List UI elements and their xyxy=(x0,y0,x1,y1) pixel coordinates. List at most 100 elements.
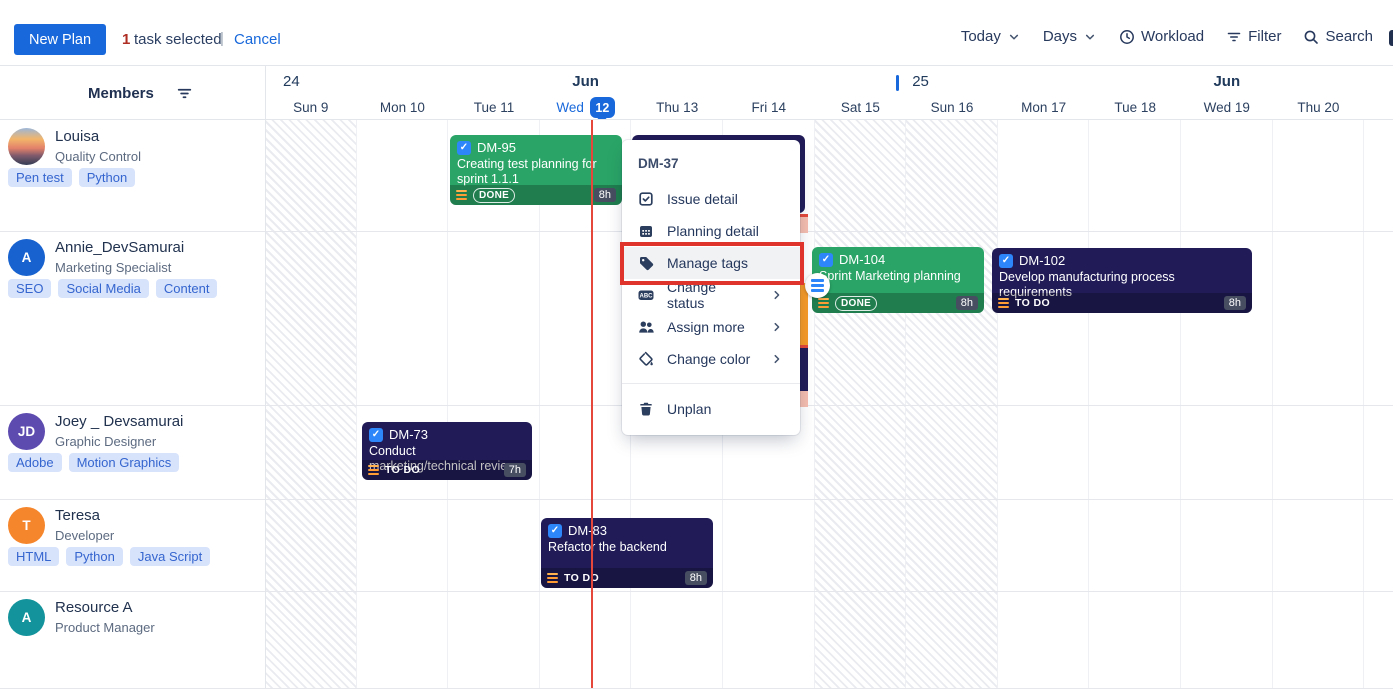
member-head: T TeresaDeveloper xyxy=(0,499,264,544)
member-head: JDJoey _ DevsamuraiGraphic Designer xyxy=(0,405,264,450)
cancel-link[interactable]: Cancel xyxy=(234,31,281,48)
member-tags: SEOSocial MediaContent xyxy=(8,279,217,298)
schedule-grid xyxy=(265,120,1393,688)
stacked-tasks-indicator[interactable] xyxy=(805,273,830,298)
avatar: T xyxy=(8,507,45,544)
member-tags: Pen test Python xyxy=(8,168,135,187)
member-tag: SEO xyxy=(8,279,51,298)
menu-item-issue-detail[interactable]: Issue detail xyxy=(622,183,800,215)
search-button[interactable]: Search xyxy=(1303,28,1373,45)
days-dropdown[interactable]: Days xyxy=(1043,28,1097,45)
task-bar[interactable]: ✓DM-83Refactor the backendTO DO8h xyxy=(541,518,713,588)
menu-item-label: Issue detail xyxy=(667,191,738,207)
task-bar[interactable]: ✓DM-102Develop manufacturing process req… xyxy=(992,248,1252,313)
menu-item-planning-detail[interactable]: Planning detail xyxy=(622,215,800,247)
new-plan-button[interactable]: New Plan xyxy=(14,24,106,55)
day-header: Thu 20 xyxy=(1273,95,1365,120)
task-head: ✓DM-73 xyxy=(362,422,532,444)
cropped-toolbar-button[interactable] xyxy=(1389,30,1393,46)
chevron-right-icon xyxy=(770,320,784,334)
priority-icon xyxy=(818,298,829,308)
member-name: Joey _ Devsamurai xyxy=(55,413,183,432)
today-dropdown[interactable]: Today xyxy=(961,28,1021,45)
priority-icon xyxy=(547,573,558,583)
day-header: Tue 18 xyxy=(1089,95,1181,120)
task-checkbox-icon: ✓ xyxy=(999,254,1013,268)
members-filter-icon[interactable] xyxy=(176,85,193,107)
color-bucket-icon xyxy=(638,351,654,367)
member-tag: Python xyxy=(66,547,122,566)
member-card: AResource AProduct Manager xyxy=(0,591,264,688)
day-header: Sun 9 xyxy=(265,95,357,120)
member-tag: Social Media xyxy=(58,279,148,298)
today-line xyxy=(591,120,593,688)
menu-item-label: Unplan xyxy=(667,401,711,417)
task-bar[interactable]: ✓DM-73Conduct marketing/technical review… xyxy=(362,422,532,480)
task-footer: DONE 8h xyxy=(812,293,984,313)
member-info: Joey _ DevsamuraiGraphic Designer xyxy=(55,413,183,449)
day-header: Tue 11 xyxy=(448,95,540,120)
member-role: Product Manager xyxy=(55,620,155,635)
day-column xyxy=(998,120,1090,688)
workload-button[interactable]: Workload xyxy=(1119,28,1204,45)
member-role: Marketing Specialist xyxy=(55,260,184,275)
menu-item-unplan[interactable]: Unplan xyxy=(622,393,800,425)
filter-button[interactable]: Filter xyxy=(1226,28,1281,45)
selection-label: task selected xyxy=(134,31,222,48)
day-header-today: Wed12 xyxy=(540,95,632,120)
priority-icon xyxy=(998,298,1009,308)
hours-badge: 8h xyxy=(1224,296,1246,310)
day-column xyxy=(1273,120,1365,688)
day-column xyxy=(1364,120,1393,688)
day-header: Wed 19 xyxy=(1181,95,1273,120)
task-key: DM-102 xyxy=(1019,253,1065,268)
day-header: Sat 15 xyxy=(815,95,907,120)
member-info: Resource AProduct Manager xyxy=(55,599,155,635)
status-badge: DONE xyxy=(835,296,877,311)
task-checkbox-icon: ✓ xyxy=(457,141,471,155)
hours-badge: 8h xyxy=(594,188,616,202)
task-title: Refactor the backend xyxy=(541,540,713,555)
members-panel-header: Members xyxy=(0,65,265,120)
member-card: TTeresaDeveloperHTMLPythonJava Script xyxy=(0,499,264,591)
weekend-column xyxy=(265,120,357,688)
menu-item-change-status[interactable]: ABCChange status xyxy=(622,279,800,311)
hours-badge: 8h xyxy=(685,571,707,585)
member-tag: Adobe xyxy=(8,453,62,472)
day-header: Fri 14 xyxy=(723,95,815,120)
selection-count: 1 xyxy=(122,31,130,48)
today-date-badge: 12 xyxy=(590,97,615,118)
task-bar[interactable]: ✓DM-104Sprint Marketing planningDONE8h xyxy=(812,247,984,313)
task-checkbox-icon: ✓ xyxy=(369,428,383,442)
menu-item-manage-tags[interactable]: Manage tags xyxy=(622,247,800,279)
weekend-column xyxy=(815,120,907,688)
change-status-icon: ABC xyxy=(638,287,654,303)
task-key: DM-104 xyxy=(839,252,885,267)
clock-icon xyxy=(1119,29,1135,45)
task-bar[interactable]: ✓DM-95Creating test planning for sprint … xyxy=(450,135,622,205)
member-name: Louisa xyxy=(55,128,141,147)
member-info: TeresaDeveloper xyxy=(55,507,114,543)
trash-icon xyxy=(638,401,654,417)
day-column xyxy=(1181,120,1273,688)
status-badge: TO DO xyxy=(564,572,599,584)
task-head: ✓ DM-104 xyxy=(812,247,984,269)
task-checkbox-icon: ✓ xyxy=(819,253,833,267)
week-separator xyxy=(896,75,899,91)
menu-item-assign-more[interactable]: Assign more xyxy=(622,311,800,343)
task-head: ✓ DM-102 xyxy=(992,248,1252,270)
member-info: Louisa Quality Control xyxy=(55,128,141,164)
status-badge: TO DO xyxy=(1015,297,1050,309)
day-header: Sun 16 xyxy=(906,95,998,120)
member-tag: Pen test xyxy=(8,168,72,187)
member-role: Quality Control xyxy=(55,149,141,164)
day-column xyxy=(357,120,449,688)
filter-label: Filter xyxy=(1248,28,1281,45)
menu-item-change-color[interactable]: Change color xyxy=(622,343,800,375)
task-key: DM-83 xyxy=(568,523,607,538)
member-tag: Python xyxy=(79,168,135,187)
hours-badge: 8h xyxy=(956,296,978,310)
member-tag: HTML xyxy=(8,547,59,566)
status-badge: TO DO xyxy=(385,464,420,476)
member-role: Developer xyxy=(55,528,114,543)
